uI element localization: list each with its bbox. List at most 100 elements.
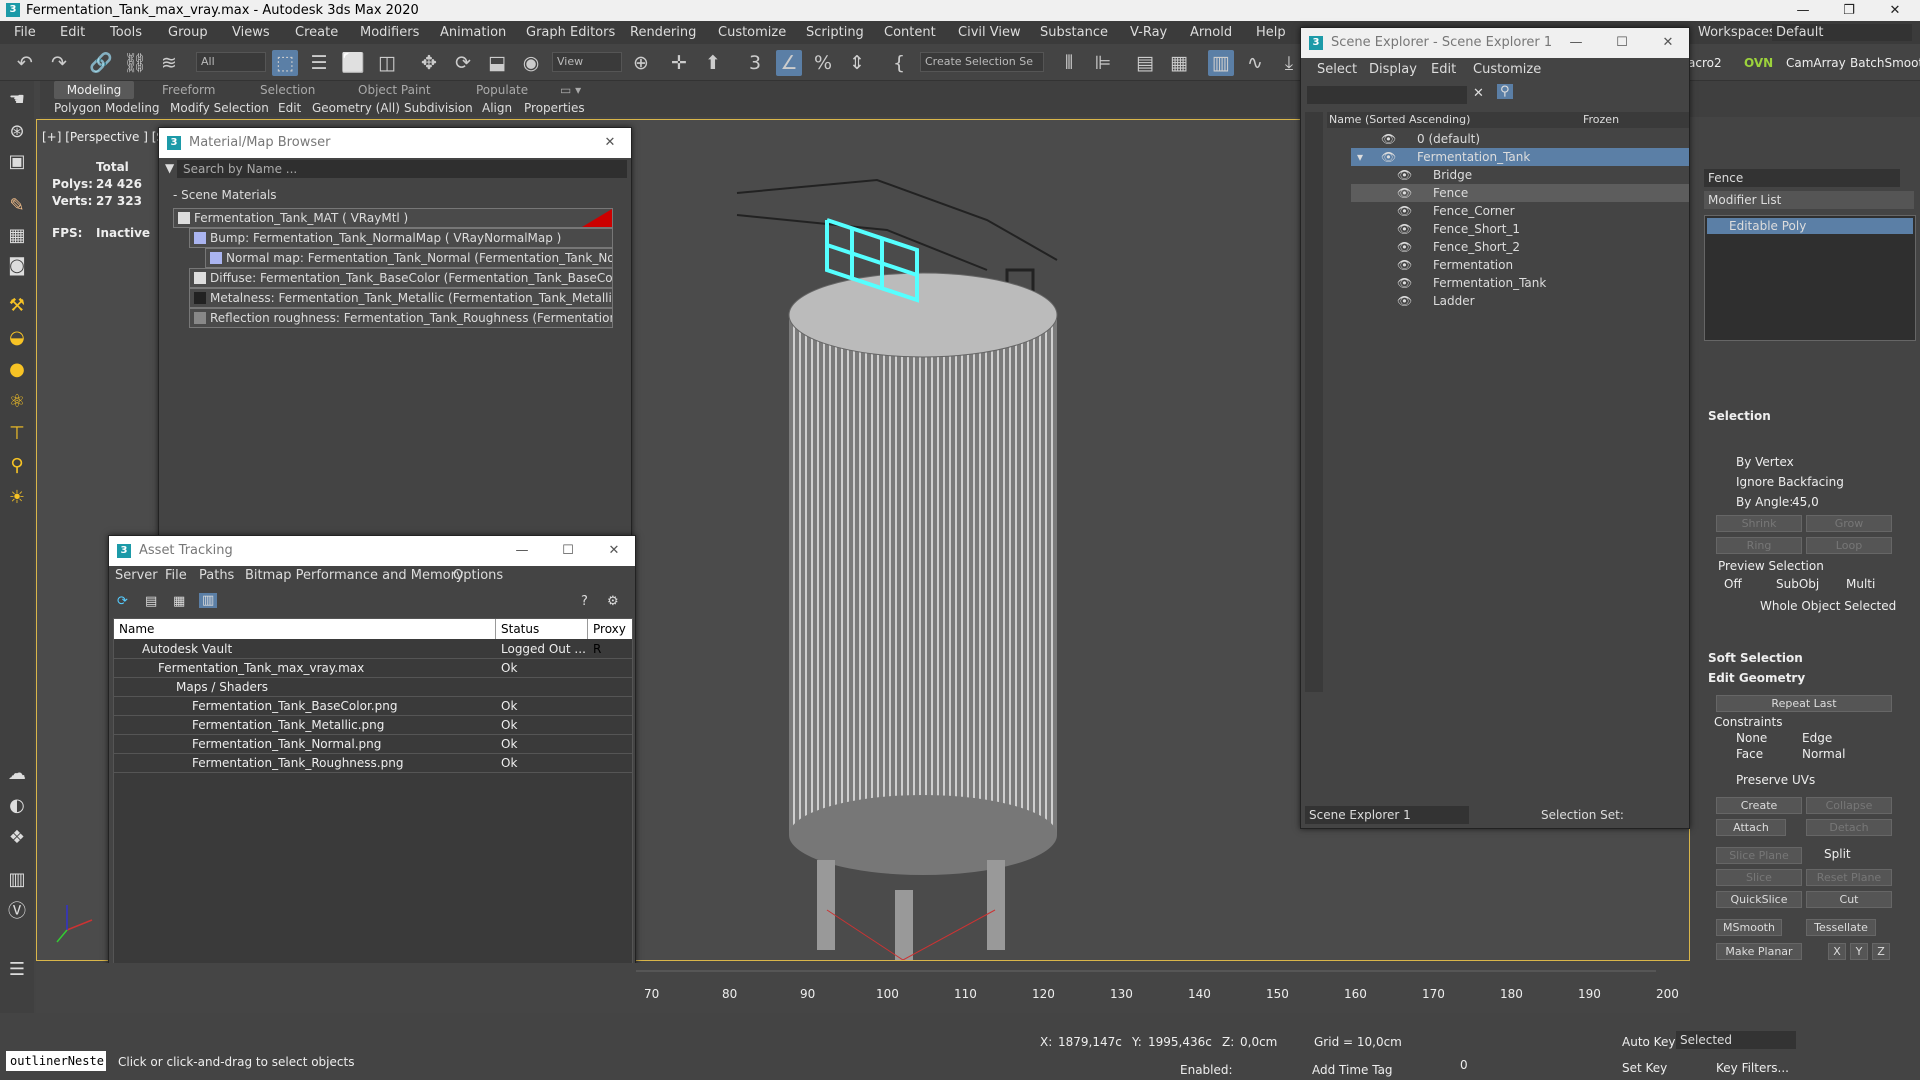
- paint-icon[interactable]: ✎: [3, 193, 31, 219]
- preview-multi-radio[interactable]: Multi: [1846, 577, 1875, 591]
- detach-button[interactable]: Detach: [1806, 819, 1892, 836]
- scene-explorer-titlebar[interactable]: 3 Scene Explorer - Scene Explorer 1 — ☐ …: [1301, 28, 1689, 58]
- scene-row[interactable]: 👁 Bridge: [1351, 166, 1689, 184]
- clear-search-icon[interactable]: ✕: [1473, 86, 1484, 101]
- split-checkbox[interactable]: Split: [1824, 847, 1851, 861]
- mirror-icon[interactable]: ⫴: [1056, 50, 1082, 76]
- settings-icon[interactable]: ⚙: [607, 594, 619, 609]
- z-coordinate-field[interactable]: 0,0cm: [1240, 1035, 1277, 1049]
- menu-edit[interactable]: Edit: [60, 21, 85, 44]
- asset-menu-options[interactable]: Options: [453, 568, 503, 583]
- table-row[interactable]: Fermentation_Tank_max_vray.max Ok: [114, 659, 632, 678]
- key-filters-button[interactable]: Key Filters...: [1716, 1061, 1789, 1075]
- scene-row[interactable]: 👁 Fence_Short_2: [1351, 238, 1689, 256]
- vray-icon[interactable]: Ⓥ: [3, 899, 31, 925]
- se-menu-display[interactable]: Display: [1369, 62, 1417, 77]
- close-icon[interactable]: ✕: [1645, 28, 1691, 58]
- create-button[interactable]: Create: [1716, 797, 1802, 814]
- timeline[interactable]: 70 80 90 100 110 120 130 140 150 160 170…: [36, 963, 1690, 1013]
- by-angle-checkbox[interactable]: By Angle:: [1736, 495, 1793, 509]
- select-by-name-icon[interactable]: ☰: [306, 50, 332, 76]
- object-name-field[interactable]: Fence: [1704, 169, 1900, 187]
- se-menu-select[interactable]: Select: [1317, 62, 1357, 77]
- asset-tracking-titlebar[interactable]: 3 Asset Tracking — ☐ ✕: [109, 536, 635, 566]
- col-name[interactable]: Name: [114, 619, 496, 639]
- named-selection-dropdown[interactable]: Create Selection Se: [920, 52, 1044, 72]
- minimize-button[interactable]: —: [1780, 0, 1826, 21]
- minimize-icon[interactable]: —: [499, 536, 545, 566]
- scene-row[interactable]: 👁 0 (default): [1351, 130, 1689, 148]
- constraint-face-radio[interactable]: Face: [1736, 747, 1763, 761]
- constraint-normal-radio[interactable]: Normal: [1802, 747, 1845, 761]
- preserve-uvs-checkbox[interactable]: Preserve UVs: [1736, 773, 1815, 787]
- loop-button[interactable]: Loop: [1806, 537, 1892, 554]
- attach-button[interactable]: Attach: [1716, 819, 1786, 836]
- table-row[interactable]: Fermentation_Tank_Normal.png Ok: [114, 735, 632, 754]
- asset-menu-server[interactable]: Server: [115, 568, 158, 583]
- tab-freeform[interactable]: Freeform: [162, 81, 215, 99]
- ribbon-subdivision[interactable]: Subdivision: [404, 99, 473, 117]
- material-item[interactable]: Fermentation_Tank_MAT ( VRayMtl ): [173, 208, 613, 228]
- scene-row[interactable]: 👁 Fence_Short_1: [1351, 220, 1689, 238]
- clouds-icon[interactable]: ☁: [3, 761, 31, 787]
- rollout-selection[interactable]: Selection: [1708, 409, 1771, 423]
- map-item[interactable]: Metalness: Fermentation_Tank_Metallic (F…: [189, 288, 613, 308]
- palette-icon[interactable]: ◐: [3, 793, 31, 819]
- curve-editor-icon[interactable]: ∿: [1242, 50, 1268, 76]
- y-coordinate-field[interactable]: 1995,436c: [1148, 1035, 1212, 1049]
- menu-civil-view[interactable]: Civil View: [958, 21, 1021, 44]
- map-item[interactable]: Reflection roughness: Fermentation_Tank_…: [189, 308, 613, 328]
- run-icon[interactable]: ⚲: [3, 453, 31, 479]
- ribbon-options-icon[interactable]: ▭ ▾: [560, 81, 581, 99]
- grid-icon[interactable]: ▦: [3, 223, 31, 249]
- menu-rendering[interactable]: Rendering: [630, 21, 696, 44]
- atom-icon[interactable]: ⚛: [3, 389, 31, 415]
- rect-selection-icon[interactable]: ⬜: [340, 50, 366, 76]
- unlink-icon[interactable]: ⛓: [122, 50, 148, 76]
- close-button[interactable]: ✕: [1872, 0, 1918, 21]
- maximize-icon[interactable]: ☐: [545, 536, 591, 566]
- menu-content[interactable]: Content: [884, 21, 936, 44]
- outliner-icon[interactable]: ☰: [3, 957, 31, 983]
- asset-menu-file[interactable]: File: [165, 568, 187, 583]
- pivot-icon[interactable]: ⊕: [628, 50, 654, 76]
- redo-icon[interactable]: ↷: [46, 50, 72, 76]
- auto-key-button[interactable]: Auto Key: [1622, 1035, 1675, 1049]
- vray-table-icon[interactable]: ▥: [3, 867, 31, 893]
- rotate-icon[interactable]: ⟳: [450, 50, 476, 76]
- quickslice-button[interactable]: QuickSlice: [1716, 891, 1802, 908]
- table-row[interactable]: Maps / Shaders: [114, 678, 632, 697]
- repeat-last-button[interactable]: Repeat Last: [1716, 695, 1892, 712]
- table-row[interactable]: Autodesk Vault Logged Out ...: [114, 640, 632, 659]
- schematic-view-icon[interactable]: ⤓: [1276, 50, 1302, 76]
- col-status[interactable]: Status: [496, 619, 588, 639]
- move-icon[interactable]: ✥: [416, 50, 442, 76]
- help-icon[interactable]: ?: [581, 594, 588, 609]
- search-options-icon[interactable]: ▼: [165, 161, 174, 175]
- menu-help[interactable]: Help: [1256, 21, 1286, 44]
- scene-row[interactable]: 👁 Ladder: [1351, 292, 1689, 310]
- planar-x-button[interactable]: X: [1828, 943, 1846, 960]
- modifier-list-dropdown[interactable]: Modifier List: [1704, 191, 1914, 209]
- selection-filter-dropdown[interactable]: All: [196, 52, 266, 72]
- se-menu-customize[interactable]: Customize: [1473, 62, 1541, 77]
- menu-views[interactable]: Views: [232, 21, 270, 44]
- viewport-label[interactable]: [+] [Perspective ] [S: [42, 130, 164, 144]
- rollout-soft-selection[interactable]: Soft Selection: [1708, 651, 1803, 665]
- ribbon-modify-selection[interactable]: Modify Selection: [170, 99, 269, 117]
- map-item[interactable]: Normal map: Fermentation_Tank_Normal (Fe…: [205, 248, 613, 268]
- scene-row[interactable]: 👁 Fermentation: [1351, 256, 1689, 274]
- slice-button[interactable]: Slice: [1716, 869, 1802, 886]
- hand-icon[interactable]: ☚: [3, 87, 31, 113]
- key-mode-dropdown[interactable]: Selected: [1676, 1031, 1796, 1049]
- menu-scripting[interactable]: Scripting: [806, 21, 864, 44]
- restore-button[interactable]: ❐: [1826, 0, 1872, 21]
- menu-file[interactable]: File: [14, 21, 36, 44]
- planar-z-button[interactable]: Z: [1872, 943, 1890, 960]
- undo-icon[interactable]: ↶: [12, 50, 38, 76]
- planar-y-button[interactable]: Y: [1850, 943, 1868, 960]
- align-icon[interactable]: ⊫: [1090, 50, 1116, 76]
- puzzle-icon[interactable]: ❖: [3, 825, 31, 851]
- asset-menu-bitmap[interactable]: Bitmap Performance and Memory: [245, 568, 464, 583]
- map-item[interactable]: Diffuse: Fermentation_Tank_BaseColor (Fe…: [189, 268, 613, 288]
